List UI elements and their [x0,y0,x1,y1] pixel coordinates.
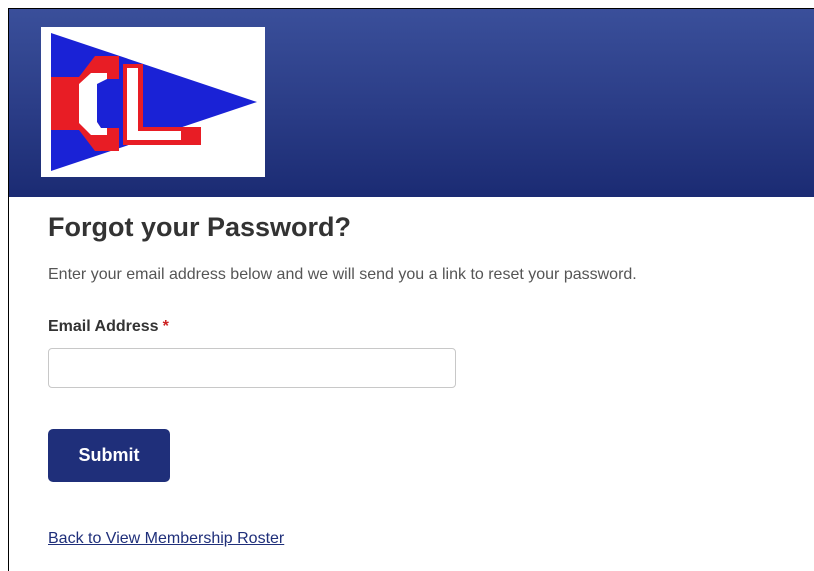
submit-button[interactable]: Submit [48,429,170,482]
back-to-roster-link[interactable]: Back to View Membership Roster [48,530,284,548]
pennant-logo-icon [51,33,257,171]
email-label: Email Address * [48,318,169,336]
page-frame: Forgot your Password? Enter your email a… [8,8,814,571]
page-title: Forgot your Password? [48,212,352,242]
email-label-text: Email Address [48,318,159,335]
instructions-text: Enter your email address below and we wi… [48,266,637,283]
header-banner [9,9,814,197]
required-marker: * [162,318,169,335]
email-field[interactable] [48,348,456,388]
club-logo[interactable] [41,27,265,177]
